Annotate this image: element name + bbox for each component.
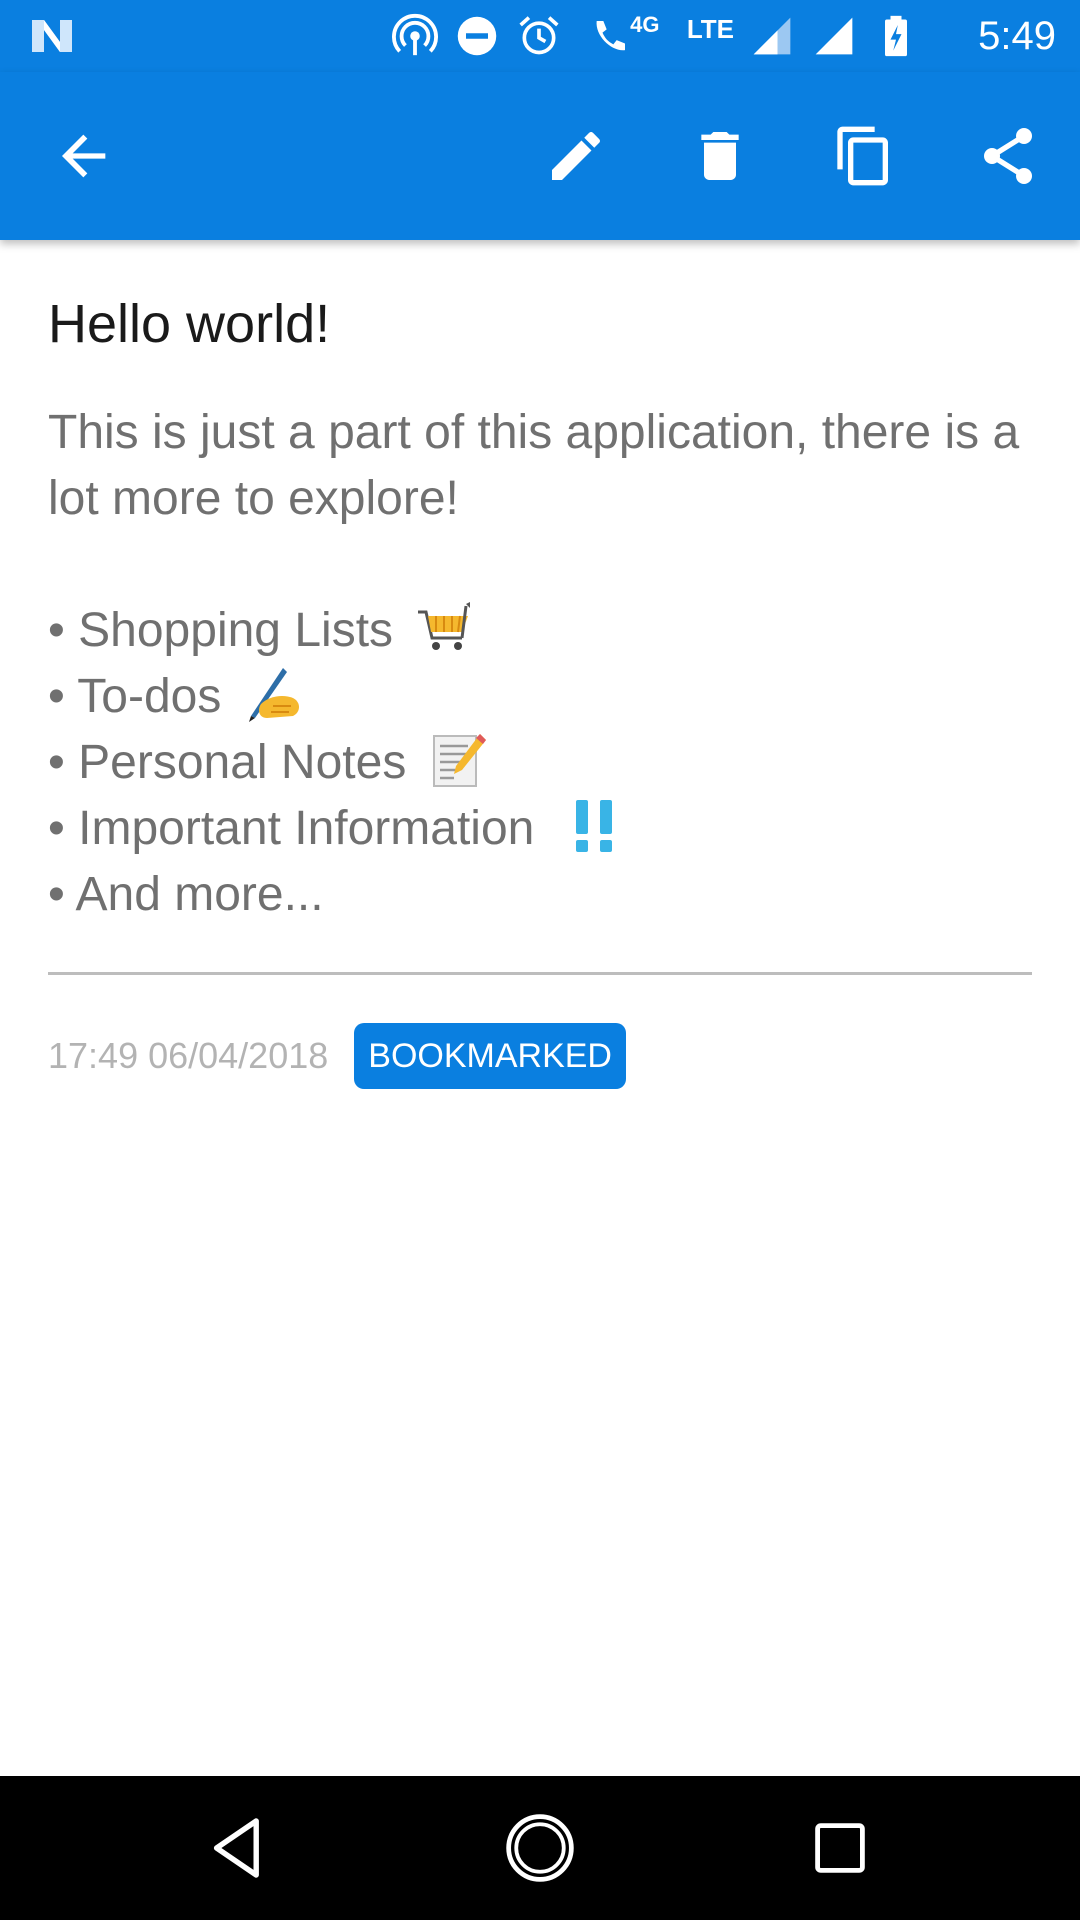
list-item: • Important Information	[48, 796, 1032, 862]
nav-recents-button[interactable]	[800, 1808, 880, 1888]
status-clock: 5:49	[978, 14, 1056, 58]
note-body: This is just a part of this application,…	[48, 400, 1032, 928]
bookmarked-badge: BOOKMARKED	[354, 1023, 626, 1089]
status-bar: 4G LTE 5:49	[0, 0, 1080, 72]
edit-pencil-icon	[552, 132, 600, 180]
back-arrow-icon	[62, 134, 106, 178]
nav-back-button[interactable]	[200, 1808, 280, 1888]
signal-icon	[748, 12, 796, 60]
list-item: • Shopping Lists	[48, 598, 1032, 664]
list-item: • Personal Notes	[48, 730, 1032, 796]
hotspot-icon	[391, 12, 439, 60]
note-content: Hello world! This is just a part of this…	[48, 240, 1032, 1089]
list-item: • And more...	[48, 862, 1032, 928]
note-title: Hello world!	[48, 294, 331, 354]
delete-button[interactable]	[676, 112, 764, 200]
note-timestamp: 17:49 06/04/2018	[48, 1035, 329, 1076]
edit-button[interactable]	[532, 112, 620, 200]
app-toolbar	[0, 72, 1080, 240]
copy-button[interactable]	[820, 112, 908, 200]
memo-icon	[432, 734, 486, 788]
nav-home-icon	[506, 1814, 574, 1882]
shopping-cart-icon	[418, 602, 471, 651]
system-nav-bar	[0, 1776, 1080, 1920]
share-icon	[984, 128, 1032, 184]
list-item-text: • And more...	[48, 868, 324, 921]
network-sub-label: 4G	[630, 12, 660, 37]
note-detail-screen: 4G LTE 5:49 Hello world! This is just a …	[0, 0, 1080, 1920]
list-item-text: • Important Information	[48, 802, 535, 855]
back-button[interactable]	[40, 112, 128, 200]
nav-recents-icon	[815, 1823, 865, 1873]
nav-home-button[interactable]	[500, 1808, 580, 1888]
list-item-text: • To-dos	[48, 670, 222, 723]
copy-icon	[837, 126, 888, 186]
network-type-label: LTE	[686, 13, 734, 44]
do-not-disturb-icon	[453, 12, 501, 60]
list-item-text: • Personal Notes	[48, 736, 407, 789]
wifi-calling-icon: 4G	[577, 12, 673, 60]
bullet-list: • Shopping Lists • To-dos • Personal Not…	[48, 598, 1032, 928]
note-meta: 17:49 06/04/2018 BOOKMARKED	[48, 1023, 1032, 1089]
writing-hand-icon	[248, 668, 299, 723]
share-button[interactable]	[964, 112, 1052, 200]
alarm-icon	[515, 12, 563, 60]
note-intro: This is just a part of this application,…	[48, 406, 1020, 525]
battery-charging-icon	[872, 12, 920, 60]
content-divider	[48, 972, 1032, 975]
status-icons: 4G LTE	[391, 12, 920, 60]
nav-back-icon	[213, 1818, 259, 1878]
double-exclamation-icon	[575, 800, 612, 853]
list-item: • To-dos	[48, 664, 1032, 730]
list-item-text: • Shopping Lists	[48, 604, 394, 657]
signal-icon	[810, 12, 858, 60]
delete-trash-icon	[701, 132, 739, 180]
notification-n-icon	[32, 20, 72, 52]
